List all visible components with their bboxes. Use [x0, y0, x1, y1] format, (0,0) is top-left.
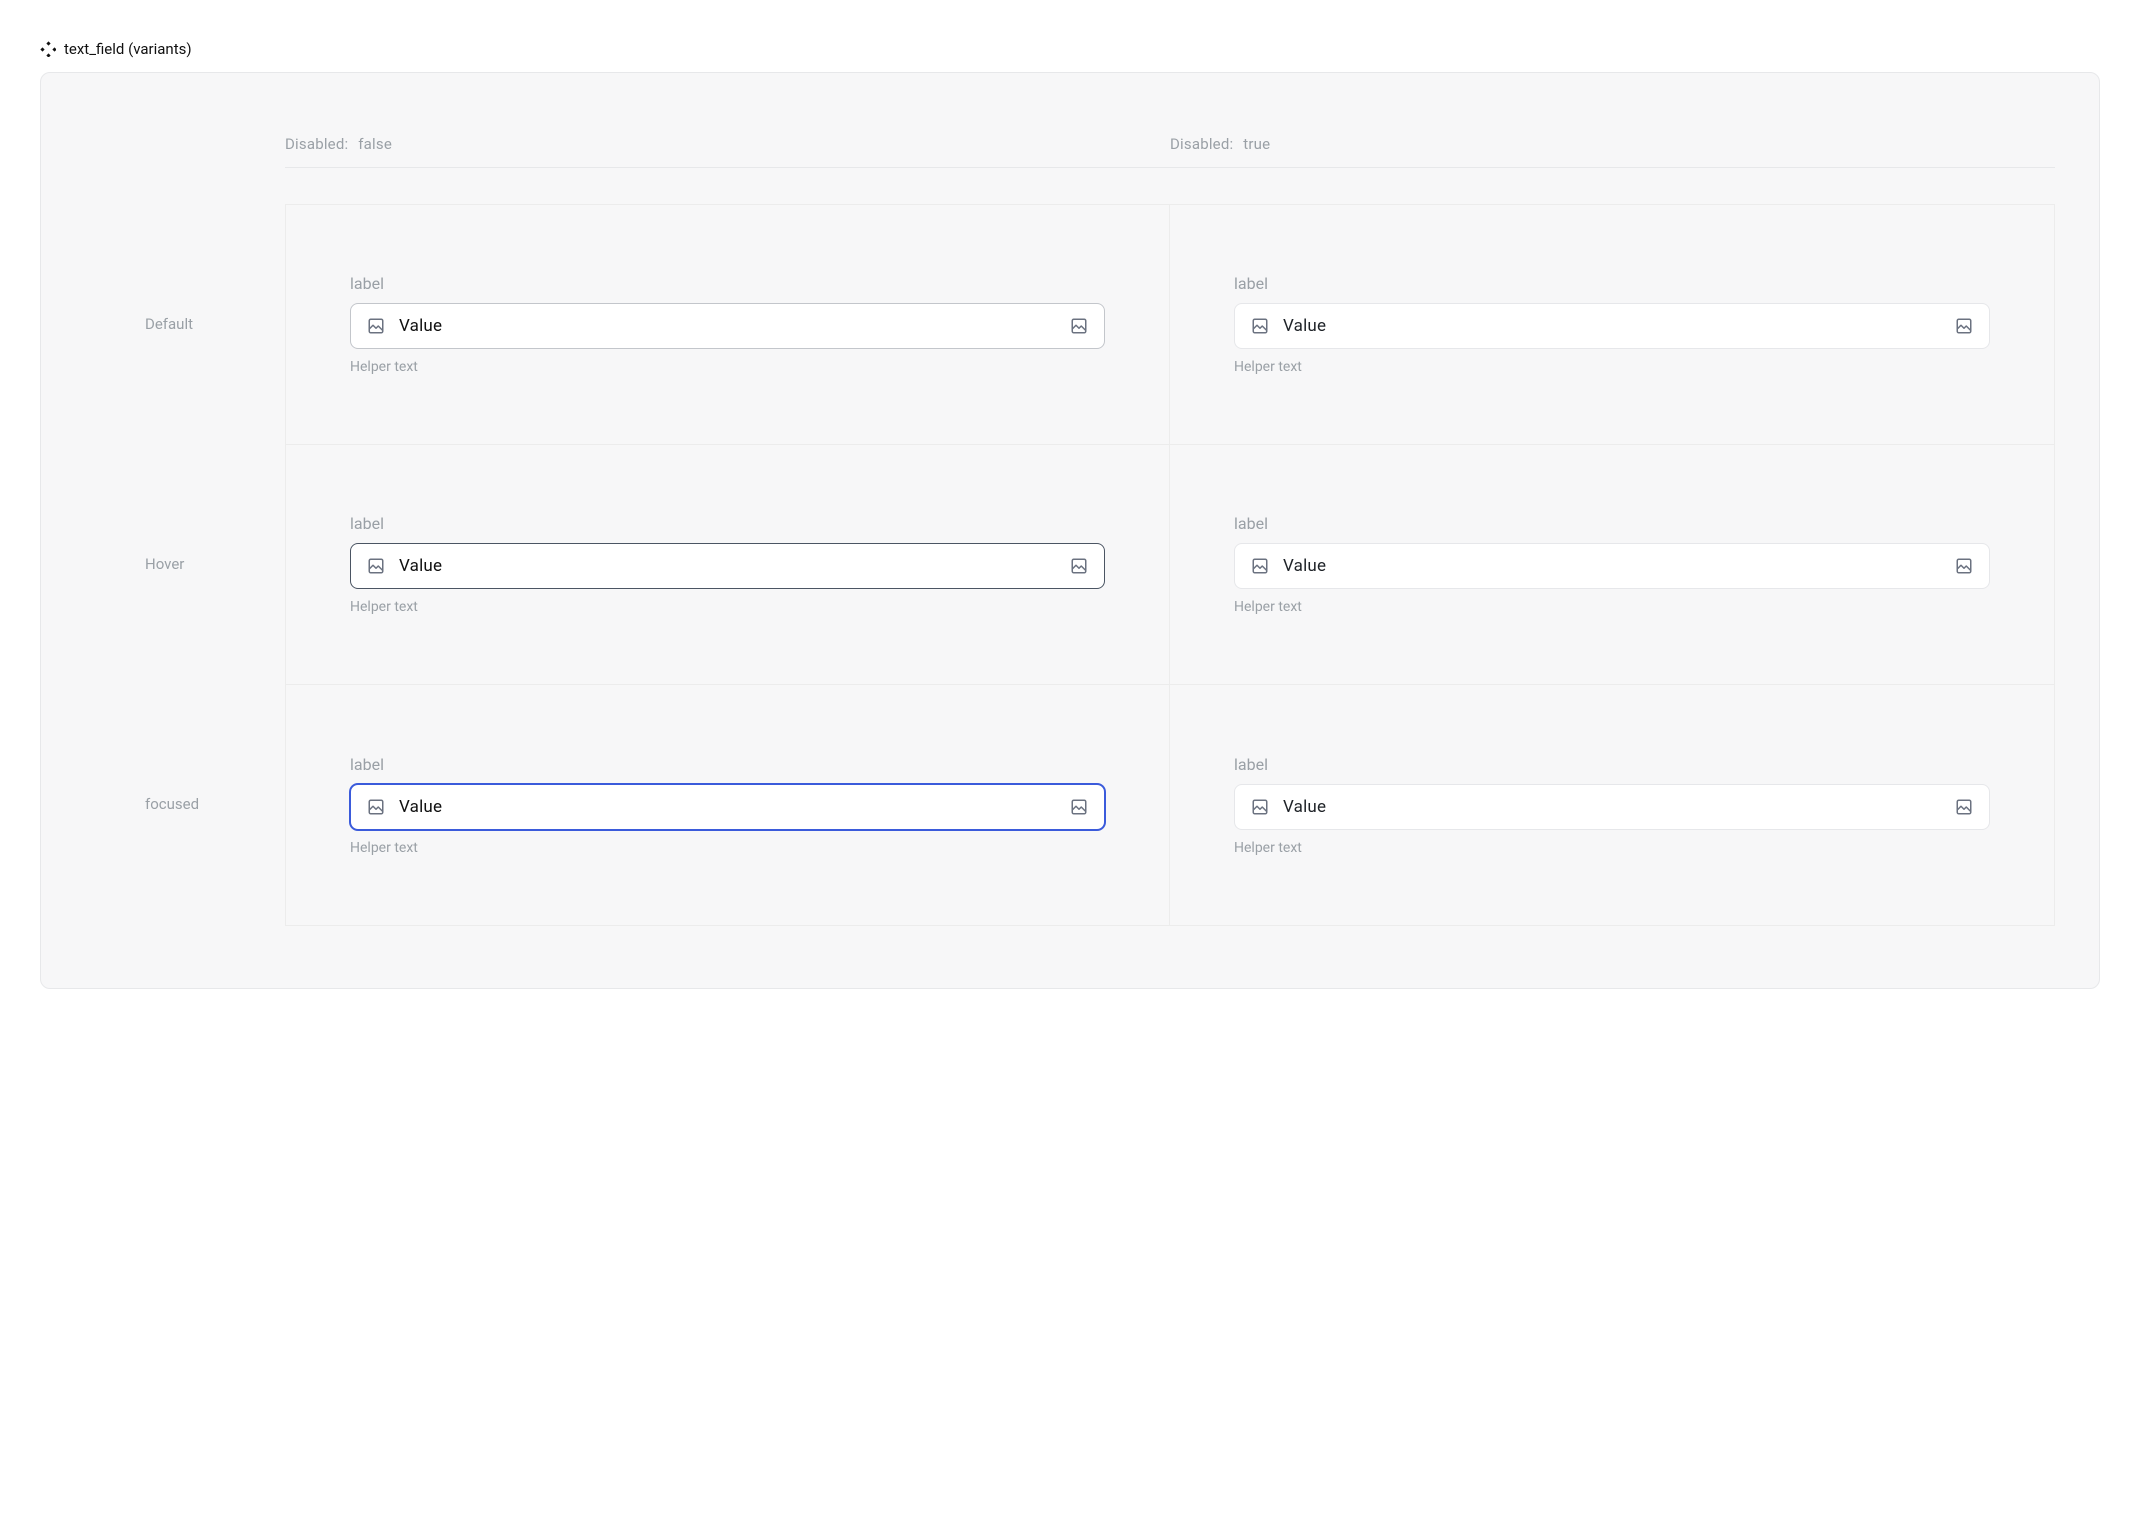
column-header-disabled-false: Disabled false	[285, 135, 1170, 153]
row-header-label: Default	[145, 315, 193, 333]
variant-cell: label Value Helper text	[286, 685, 1170, 925]
leading-image-icon	[1251, 798, 1269, 816]
variant-cell: label Value Helper text	[286, 445, 1170, 685]
component-name: text_field (variants)	[64, 40, 192, 58]
text-field-value: Value	[1283, 316, 1941, 336]
text-field-label: label	[1234, 274, 1990, 293]
text-field-value: Value	[1283, 556, 1941, 576]
column-property-name: Disabled	[285, 135, 348, 153]
text-field-label: label	[350, 514, 1105, 533]
variants-icon	[40, 41, 56, 57]
trailing-image-icon	[1070, 798, 1088, 816]
text-field-input: Value	[1234, 784, 1990, 830]
column-property-value: true	[1243, 135, 1270, 153]
column-property-value: false	[358, 135, 392, 153]
text-field-input: Value	[1234, 303, 1990, 349]
text-field-helper: Helper text	[1234, 840, 1990, 856]
text-field-helper: Helper text	[350, 599, 1105, 615]
trailing-image-icon	[1070, 317, 1088, 335]
text-field-helper: Helper text	[1234, 359, 1990, 375]
row-header-focused: focused	[85, 684, 285, 924]
leading-image-icon	[367, 317, 385, 335]
row-header-label: focused	[145, 795, 199, 813]
leading-image-icon	[1251, 557, 1269, 575]
row-header-hover: Hover	[85, 444, 285, 684]
variant-cell: label Value Helper text	[286, 205, 1170, 445]
text-field-helper: Helper text	[350, 359, 1105, 375]
column-header-disabled-true: Disabled true	[1170, 135, 2055, 153]
trailing-image-icon	[1955, 317, 1973, 335]
component-frame-header: text_field (variants)	[40, 40, 2100, 58]
variant-cell: label Value Helper text	[1170, 685, 2054, 925]
row-header-label: Hover	[145, 555, 184, 573]
text-field-value: Value	[1283, 797, 1941, 817]
text-field-label: label	[350, 274, 1105, 293]
column-headers: Disabled false Disabled true	[285, 135, 2055, 168]
variants-canvas: Disabled false Disabled true Default Hov…	[40, 72, 2100, 989]
variant-cell: label Value Helper text	[1170, 205, 2054, 445]
leading-image-icon	[367, 798, 385, 816]
variant-table: Default Hover focused label Value	[85, 204, 2055, 926]
variant-cell: label Value Helper text	[1170, 445, 2054, 685]
trailing-image-icon	[1955, 557, 1973, 575]
text-field-value: Value	[399, 797, 1056, 817]
text-field-helper: Helper text	[1234, 599, 1990, 615]
text-field-value: Value	[399, 556, 1056, 576]
trailing-image-icon	[1070, 557, 1088, 575]
text-field-helper: Helper text	[350, 840, 1105, 856]
text-field-label: label	[350, 755, 1105, 774]
leading-image-icon	[367, 557, 385, 575]
column-property-name: Disabled	[1170, 135, 1233, 153]
trailing-image-icon	[1955, 798, 1973, 816]
text-field-label: label	[1234, 755, 1990, 774]
text-field-input[interactable]: Value	[350, 543, 1105, 589]
text-field-label: label	[1234, 514, 1990, 533]
text-field-input[interactable]: Value	[350, 303, 1105, 349]
row-header-default: Default	[85, 204, 285, 444]
row-headers: Default Hover focused	[85, 204, 285, 926]
variants-grid: label Value Helper text label	[285, 204, 2055, 926]
leading-image-icon	[1251, 317, 1269, 335]
text-field-value: Value	[399, 316, 1056, 336]
text-field-input: Value	[1234, 543, 1990, 589]
text-field-input[interactable]: Value	[350, 784, 1105, 830]
